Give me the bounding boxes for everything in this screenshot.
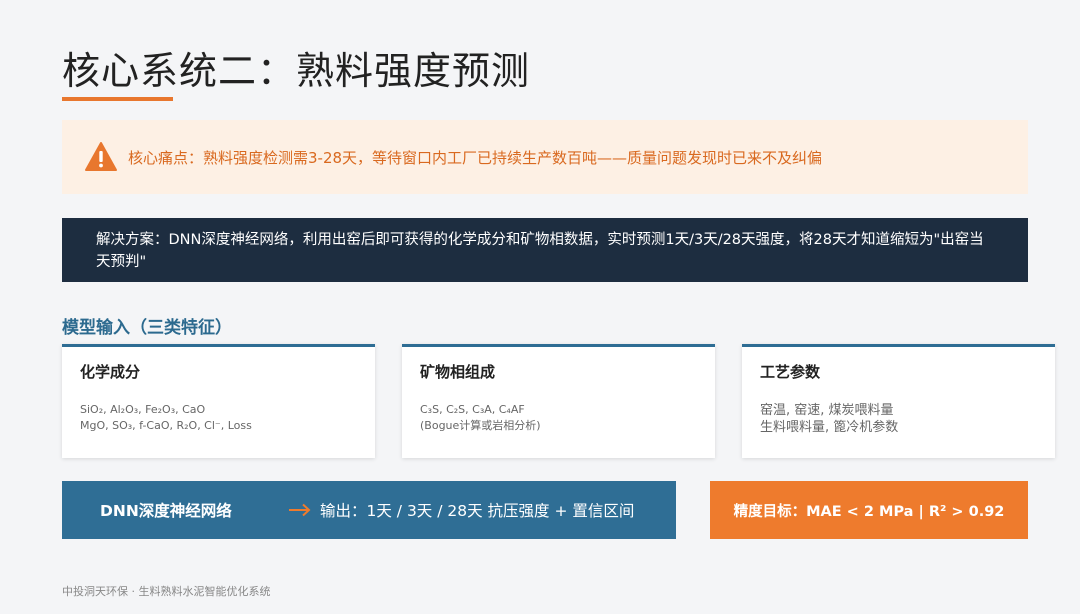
accuracy-target-badge: 精度目标：MAE < 2 MPa | R² > 0.92 [710, 481, 1028, 539]
input-card-chemistry: 化学成分 SiO₂, Al₂O₃, Fe₂O₃, CaO MgO, SO₃, f… [62, 344, 375, 458]
solution-text: 解决方案：DNN深度神经网络，利用出窑后即可获得的化学成分和矿物相数据，实时预测… [96, 232, 984, 270]
card-title: 矿物相组成 [420, 363, 496, 381]
accuracy-target-text: 精度目标：MAE < 2 MPa | R² > 0.92 [733, 503, 1005, 520]
card-title: 工艺参数 [760, 363, 821, 381]
card-line: C₃S, C₂S, C₃A, C₄AF [420, 403, 525, 416]
pain-point-text: 核心痛点：熟料强度检测需3-28天，等待窗口内工厂已持续生产数百吨——质量问题发… [128, 148, 823, 167]
input-card-mineral: 矿物相组成 C₃S, C₂S, C₃A, C₄AF (Bogue计算或岩相分析) [402, 344, 715, 458]
input-card-process: 工艺参数 窑温, 窑速, 煤炭喂料量 生料喂料量, 篦冷机参数 [742, 344, 1055, 458]
solution-banner: 解决方案：DNN深度神经网络，利用出窑后即可获得的化学成分和矿物相数据，实时预测… [62, 218, 1028, 282]
inputs-heading: 模型输入（三类特征） [62, 318, 232, 338]
model-output: 输出：1天 / 3天 / 28天 抗压强度 + 置信区间 [320, 502, 635, 520]
model-label: DNN深度神经网络 [100, 502, 232, 520]
card-title: 化学成分 [80, 363, 141, 381]
card-line: 窑温, 窑速, 煤炭喂料量 [760, 403, 894, 418]
warning-icon [85, 142, 117, 171]
title-underline [62, 97, 173, 101]
footer-text: 中投洞天环保 · 生料熟料水泥智能优化系统 [62, 585, 271, 598]
card-line: (Bogue计算或岩相分析) [420, 419, 541, 432]
card-line: MgO, SO₃, f-CaO, R₂O, Cl⁻, Loss [80, 419, 252, 432]
arrow-right-icon [289, 503, 311, 517]
model-banner: DNN深度神经网络 输出：1天 / 3天 / 28天 抗压强度 + 置信区间 [62, 481, 676, 539]
card-line: 生料喂料量, 篦冷机参数 [760, 420, 899, 435]
card-line: SiO₂, Al₂O₃, Fe₂O₃, CaO [80, 403, 206, 416]
page-title: 核心系统二：熟料强度预测 [62, 49, 531, 93]
pain-point-callout: 核心痛点：熟料强度检测需3-28天，等待窗口内工厂已持续生产数百吨——质量问题发… [62, 120, 1028, 194]
